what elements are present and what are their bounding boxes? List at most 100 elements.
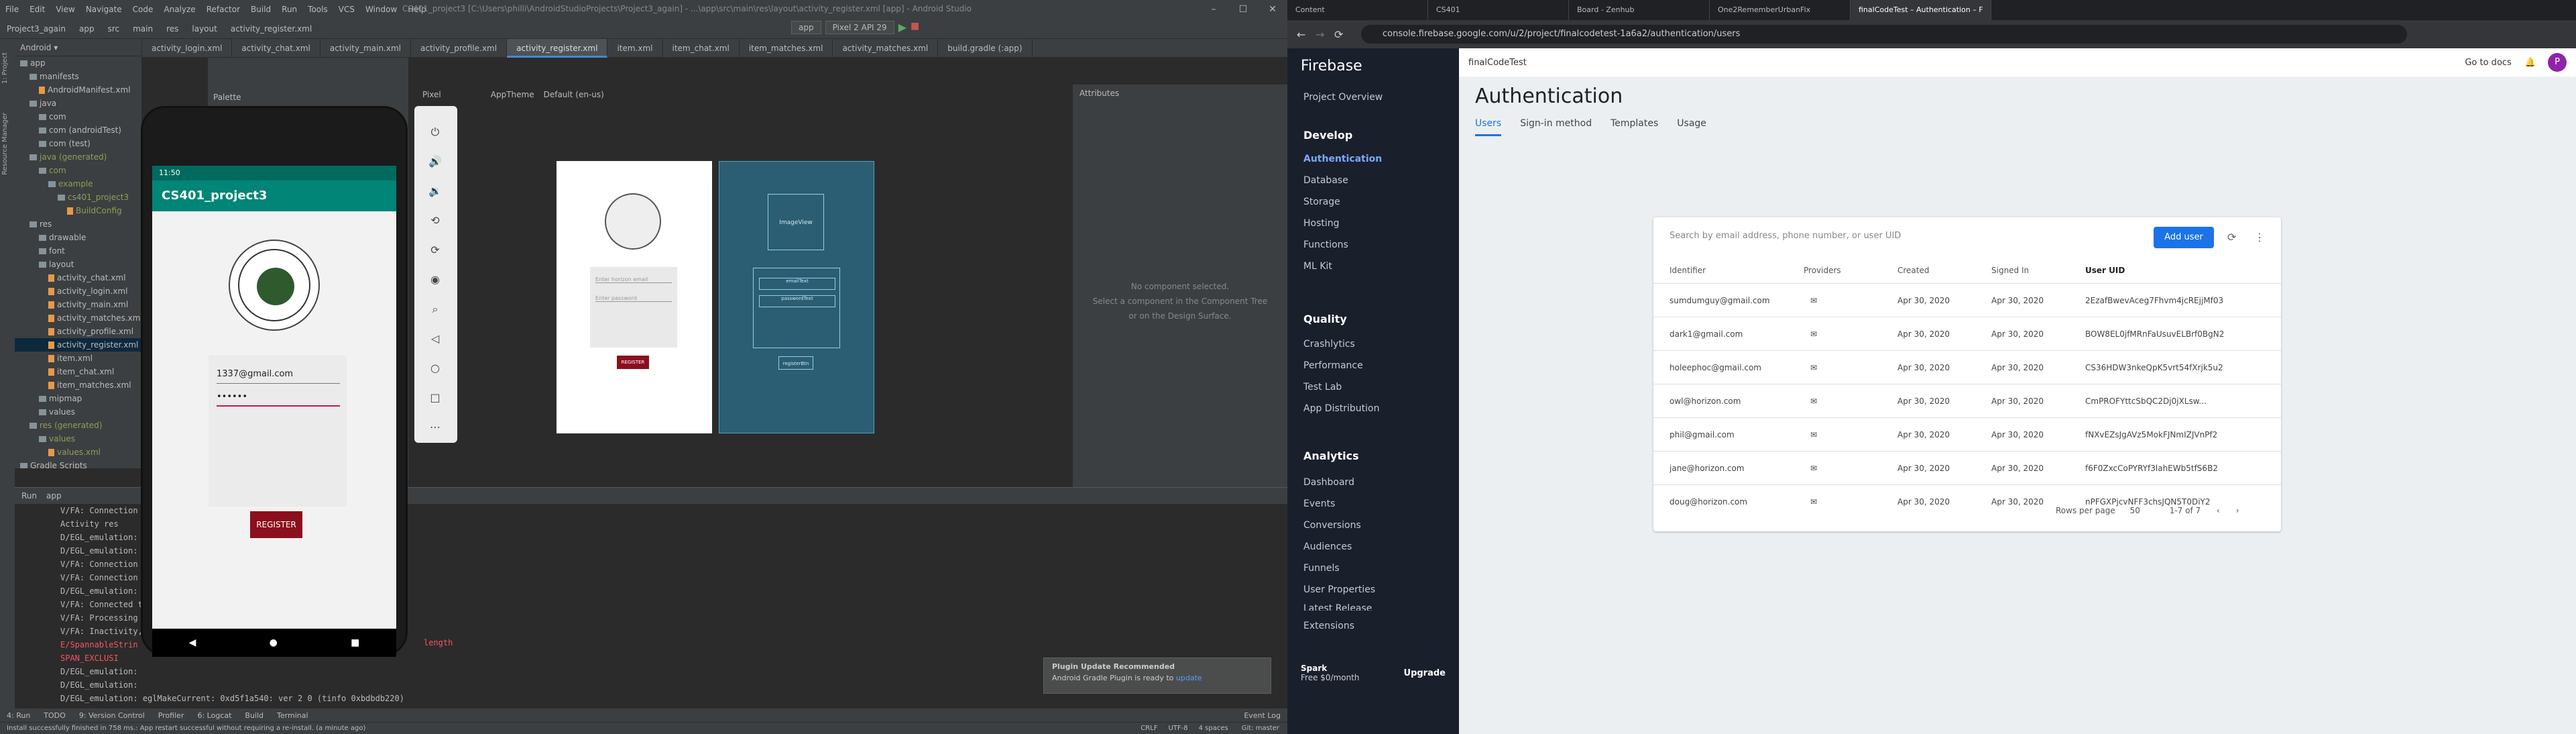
tree-item[interactable]: drawable (15, 231, 141, 244)
tree-item[interactable]: item_matches.xml (15, 378, 141, 392)
table-row[interactable]: owl@horizon.com Apr 30, 2020 Apr 30, 2020 C… (1653, 384, 2281, 417)
tree-item[interactable]: example (15, 177, 141, 191)
tree-item[interactable]: com (15, 110, 141, 123)
reload-icon[interactable]: ⟳ (1334, 28, 1343, 41)
tree-item[interactable]: activity_register.xml (15, 338, 141, 352)
menu-vcs[interactable]: VCS (333, 5, 360, 14)
tree-item[interactable]: cs401_project3 (15, 191, 141, 204)
tree-item[interactable]: com (15, 164, 141, 177)
tab-profiler[interactable]: Profiler (152, 711, 191, 720)
menu-window[interactable]: Window (360, 5, 402, 14)
menu-file[interactable]: File (0, 5, 24, 14)
tab-item[interactable]: item.xml (607, 39, 663, 58)
add-user-button[interactable]: Add user (2154, 227, 2214, 248)
nav-latest-release[interactable]: Latest Release (1303, 600, 1451, 611)
tab-event-log[interactable]: Event Log (1237, 711, 1287, 720)
rows-per-page-select[interactable]: 50 (2130, 506, 2140, 515)
tree-item[interactable]: mipmap (15, 392, 141, 405)
menu-analyze[interactable]: Analyze (158, 5, 200, 14)
nav-test-lab[interactable]: Test Lab (1303, 378, 1451, 396)
nav-authentication[interactable]: Authentication (1303, 150, 1451, 168)
tree-item[interactable]: activity_main.xml (15, 298, 141, 311)
tab-activity-matches[interactable]: activity_matches.xml (833, 39, 939, 58)
tree-item[interactable]: item.xml (15, 352, 141, 365)
table-row[interactable]: jane@horizon.com Apr 30, 2020 Apr 30, 2020… (1653, 451, 2281, 484)
tree-item[interactable]: activity_profile.xml (15, 325, 141, 338)
tab-activity-login[interactable]: activity_login.xml (142, 39, 233, 58)
go-to-docs-link[interactable]: Go to docs (2465, 58, 2511, 68)
password-field[interactable]: •••••• (217, 388, 340, 407)
volume-up-icon[interactable]: 🔊 (425, 152, 445, 172)
nav-functions[interactable]: Functions (1303, 236, 1451, 254)
tree-item[interactable]: java (15, 97, 141, 110)
rotate-right-icon[interactable]: ⟳ (425, 240, 445, 260)
update-link[interactable]: update (1176, 674, 1202, 682)
table-row[interactable]: phil@gmail.com Apr 30, 2020 Apr 30, 2020 fN… (1653, 417, 2281, 451)
menu-code[interactable]: Code (127, 5, 159, 14)
zoom-icon[interactable]: ⌕ (425, 299, 445, 319)
col-created[interactable]: Created (1897, 266, 1930, 275)
tree-item[interactable]: activity_chat.xml (15, 271, 141, 284)
design-preview[interactable]: Enter horizon email Enter password REGIS… (557, 161, 712, 433)
tab-item-chat[interactable]: item_chat.xml (663, 39, 740, 58)
refresh-icon[interactable]: ⟳ (2227, 231, 2236, 244)
tab-logcat[interactable]: 6: Logcat (190, 711, 238, 720)
tab-activity-profile[interactable]: activity_profile.xml (411, 39, 508, 58)
tree-item[interactable]: Gradle Scripts (15, 459, 141, 468)
col-providers[interactable]: Providers (1804, 266, 1841, 275)
nav-events[interactable]: Events (1303, 495, 1451, 513)
browser-tab-firebase[interactable]: finalCodeTest – Authentication – F (1851, 0, 1991, 20)
minimize-icon[interactable]: – (1199, 0, 1228, 19)
menu-build[interactable]: Build (245, 5, 276, 14)
col-identifier[interactable]: Identifier (1670, 266, 1706, 275)
tree-item[interactable]: com (androidTest) (15, 123, 141, 137)
breadcrumb-main[interactable]: main (126, 24, 160, 34)
browser-tab-cs401[interactable]: CS401 (1428, 0, 1569, 20)
browser-tab-content[interactable]: Content (1287, 0, 1428, 20)
power-icon[interactable]: ⏻ (425, 122, 445, 142)
tree-item[interactable]: font (15, 244, 141, 258)
tab-activity-chat[interactable]: activity_chat.xml (232, 39, 320, 58)
register-button[interactable]: REGISTER (250, 511, 302, 538)
tab-sign-in-method[interactable]: Sign-in method (1520, 118, 1592, 136)
home-button-icon[interactable]: ○ (425, 358, 445, 378)
email-field[interactable]: 1337@gmail.com (217, 365, 340, 384)
url-field[interactable]: console.firebase.google.com/u/2/project/… (1361, 25, 2407, 44)
tab-usage[interactable]: Usage (1677, 118, 1706, 136)
overview-icon[interactable]: □ (425, 388, 445, 408)
next-page-icon[interactable]: › (2236, 506, 2239, 515)
camera-icon[interactable]: ◉ (425, 270, 445, 290)
project-tool-tab[interactable]: 1: Project (1, 52, 13, 84)
more-options-icon[interactable]: ⋮ (2254, 231, 2265, 244)
status-git-branch[interactable]: Git: master (1234, 725, 1287, 732)
nav-user-properties[interactable]: User Properties (1303, 581, 1451, 598)
nav-database[interactable]: Database (1303, 172, 1451, 189)
project-overview-link[interactable]: Project Overview (1303, 89, 1451, 106)
resource-manager-tab[interactable]: Resource Manager (1, 113, 13, 175)
menu-refactor[interactable]: Refactor (201, 5, 245, 14)
tab-activity-register[interactable]: activity_register.xml (507, 39, 608, 58)
emulator-screen[interactable]: 11:50 CS401_project3 1337@gmail.com ••••… (152, 166, 396, 629)
device-preview-select[interactable]: Pixel (422, 90, 441, 99)
project-view-selector[interactable]: Android ▾ (15, 39, 141, 56)
back-button-icon[interactable]: ◁ (425, 329, 445, 349)
nav-funnels[interactable]: Funnels (1303, 560, 1451, 577)
nav-performance[interactable]: Performance (1303, 357, 1451, 374)
tab-activity-main[interactable]: activity_main.xml (320, 39, 411, 58)
analytics-section[interactable]: Analytics (1303, 450, 1359, 462)
nav-storage[interactable]: Storage (1303, 193, 1451, 211)
menu-navigate[interactable]: Navigate (80, 5, 127, 14)
tab-item-matches[interactable]: item_matches.xml (740, 39, 833, 58)
menu-view[interactable]: View (50, 5, 80, 14)
browser-tab-github[interactable]: One2RememberUrbanFix (1710, 0, 1851, 20)
upgrade-button[interactable]: Upgrade (1404, 668, 1446, 678)
tree-item[interactable]: BuildConfig (15, 204, 141, 217)
nav-extensions[interactable]: Extensions (1303, 617, 1451, 635)
more-icon[interactable]: ⋯ (425, 417, 445, 437)
tab-run[interactable]: 4: Run (0, 711, 37, 720)
tree-item[interactable]: java (generated) (15, 150, 141, 164)
breadcrumb-src[interactable]: src (101, 24, 127, 34)
back-arrow-icon[interactable]: ← (1297, 28, 1305, 41)
firebase-logo[interactable]: Firebase (1301, 58, 1362, 74)
recents-icon[interactable]: ■ (351, 637, 359, 648)
